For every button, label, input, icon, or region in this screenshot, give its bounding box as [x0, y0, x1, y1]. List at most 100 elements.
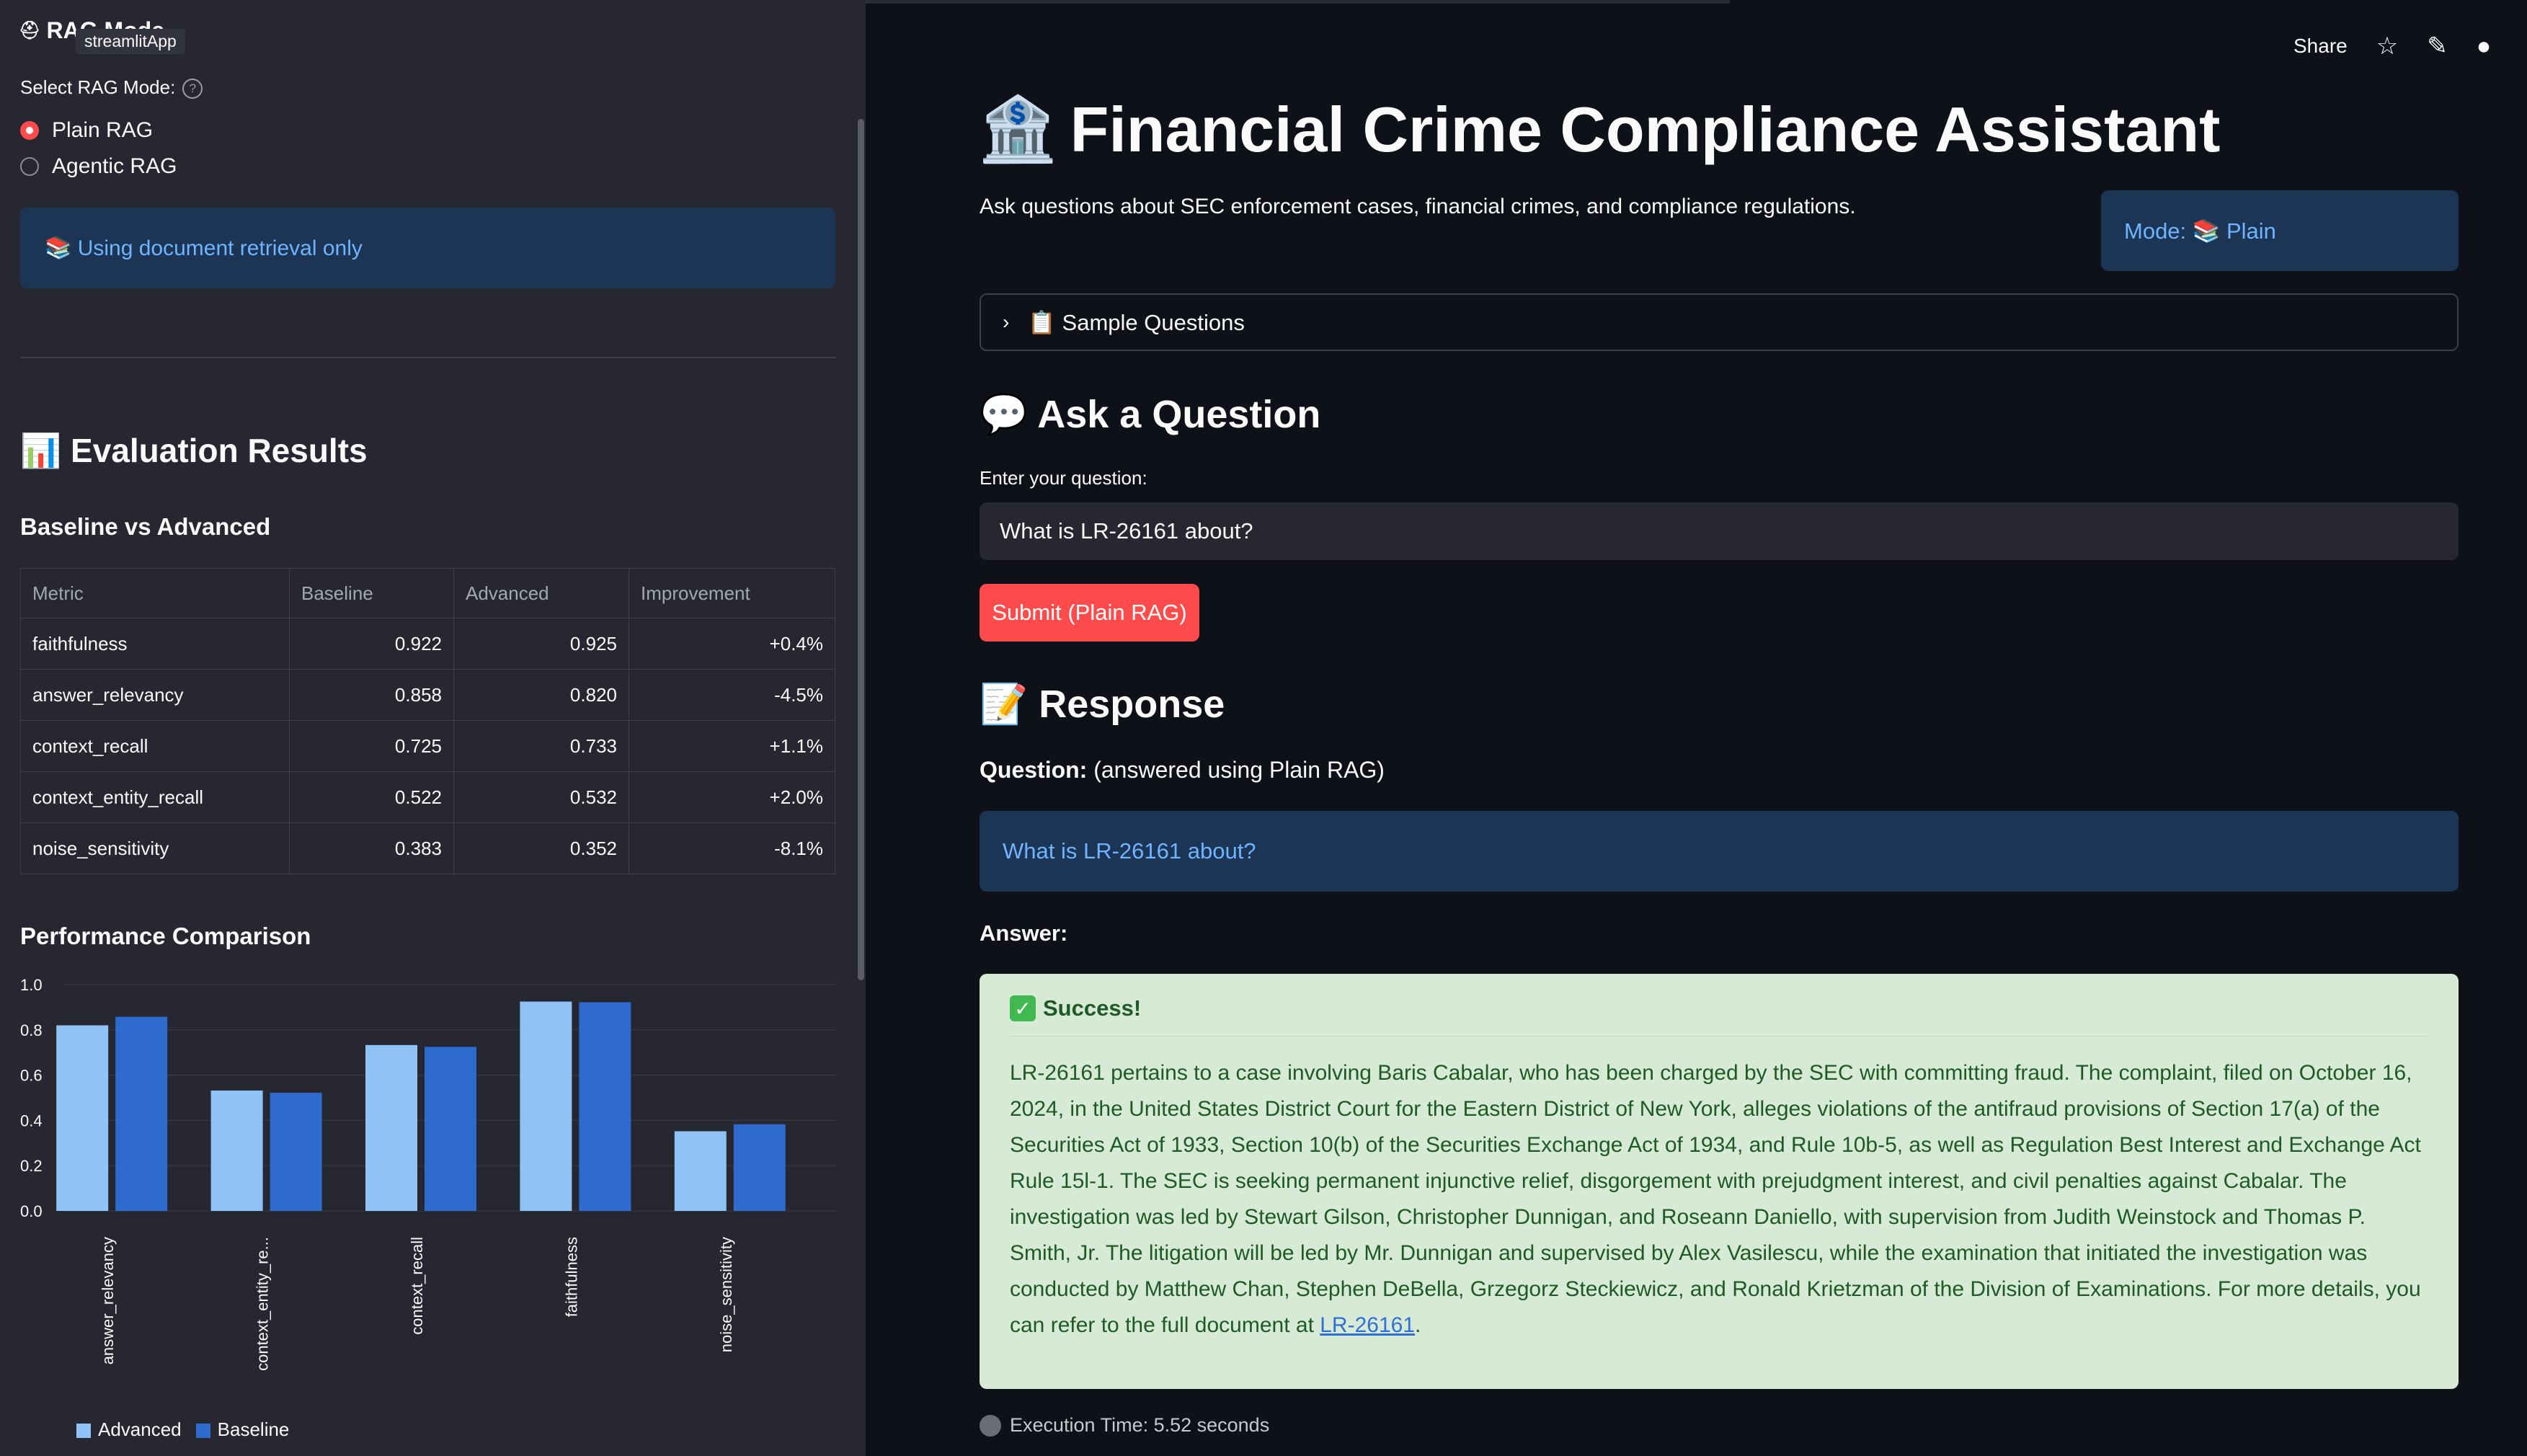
question-display-box: What is LR-26161 about? [980, 811, 2459, 892]
y-tick-label: 0.0 [20, 1202, 43, 1220]
cell-advanced: 0.925 [453, 618, 629, 670]
cell-metric: answer_relevancy [20, 669, 290, 721]
retrieval-info-box: 📚 Using document retrieval only [20, 208, 835, 288]
chevron-right-icon[interactable]: › [1003, 311, 1009, 334]
table-header-row: Metric Baseline Advanced Improvement [20, 568, 835, 618]
x-tick-label: faithfulness [562, 1237, 580, 1317]
cell-advanced: 0.352 [453, 822, 629, 874]
radio-agentic-rag-label: Agentic RAG [52, 154, 177, 178]
rag-mode-label: Select RAG Mode:? [20, 76, 203, 99]
y-tick-label: 0.4 [20, 1111, 43, 1129]
sidebar-divider [20, 357, 835, 358]
answer-label: Answer: [980, 920, 1068, 946]
legend-swatch-baseline [195, 1424, 210, 1439]
expander-label: 📋 Sample Questions [1028, 309, 1245, 335]
bar-baseline [733, 1124, 786, 1211]
radio-plain-rag-label: Plain RAG [52, 118, 154, 142]
x-tick-label: noise_sensitivity [717, 1237, 735, 1352]
sidebar: ⛑ RAG Mode streamlitApp Select RAG Mode:… [0, 0, 866, 1456]
header-advanced[interactable]: Advanced [453, 568, 629, 618]
table-row: context_recall 0.725 0.733 +1.1% [20, 720, 835, 772]
table-row: faithfulness 0.922 0.925 +0.4% [20, 618, 835, 670]
evaluation-results-heading: 📊 Evaluation Results [20, 432, 368, 469]
question-input[interactable]: What is LR-26161 about? [980, 502, 2459, 560]
bar-advanced [674, 1131, 727, 1211]
bank-icon: 🏦 [978, 93, 1057, 164]
cell-improvement: -8.1% [629, 822, 835, 874]
table-row: noise_sensitivity 0.383 0.352 -8.1% [20, 822, 835, 874]
y-tick-label: 0.6 [20, 1067, 43, 1085]
radio-plain-rag[interactable]: Plain RAG [20, 118, 153, 143]
response-heading: 📝 Response [980, 683, 1225, 726]
cell-metric: faithfulness [20, 618, 290, 670]
question-line: Question: (answered using Plain RAG) [980, 757, 1385, 784]
question-input-label: Enter your question: [980, 467, 1147, 489]
y-tick-label: 0.8 [20, 1021, 43, 1039]
top-actions: Share ☆ ✎ ● [2293, 32, 2491, 61]
github-icon[interactable]: ● [2477, 32, 2492, 61]
table-row: context_entity_recall 0.522 0.532 +2.0% [20, 771, 835, 823]
page-title: 🏦 Financial Crime Compliance Assistant [978, 92, 2220, 167]
cell-improvement: +0.4% [629, 618, 835, 670]
header-baseline[interactable]: Baseline [289, 568, 454, 618]
chart-legend: Advanced Baseline [76, 1419, 289, 1441]
legend-item-advanced[interactable]: Advanced [76, 1419, 182, 1441]
success-title: Success! [1043, 995, 1142, 1021]
legend-label-advanced: Advanced [98, 1419, 182, 1440]
y-tick-label: 0.2 [20, 1157, 43, 1175]
header-improvement[interactable]: Improvement [629, 568, 835, 618]
y-tick-label: 1.0 [20, 976, 43, 994]
header-metric[interactable]: Metric [20, 568, 290, 618]
pencil-icon[interactable]: ✎ [2427, 32, 2448, 61]
cell-baseline: 0.725 [289, 720, 454, 772]
table-row: answer_relevancy 0.858 0.820 -4.5% [20, 669, 835, 721]
x-tick-label: answer_relevancy [99, 1237, 117, 1364]
cell-baseline: 0.383 [289, 822, 454, 874]
legend-label-baseline: Baseline [217, 1419, 290, 1440]
cell-metric: noise_sensitivity [20, 822, 290, 874]
cell-metric: context_entity_recall [20, 771, 290, 823]
radio-selected-icon[interactable] [20, 121, 39, 140]
cell-improvement: -4.5% [629, 669, 835, 721]
app-logo-icon: ⛑ [19, 21, 41, 40]
answer-end: . [1415, 1313, 1421, 1337]
legend-item-baseline[interactable]: Baseline [195, 1419, 290, 1441]
bar-advanced [210, 1090, 263, 1211]
intro-text: Ask questions about SEC enforcement case… [980, 195, 1856, 218]
cell-baseline: 0.522 [289, 771, 454, 823]
cell-baseline: 0.858 [289, 669, 454, 721]
page-title-text: Financial Crime Compliance Assistant [1070, 93, 2221, 165]
cell-advanced: 0.733 [453, 720, 629, 772]
submit-button[interactable]: Submit (Plain RAG) [980, 584, 1199, 642]
share-button[interactable]: Share [2293, 35, 2348, 58]
bar-baseline [579, 1002, 631, 1211]
radio-unselected-icon[interactable] [20, 157, 39, 176]
answer-text: LR-26161 pertains to a case involving Ba… [1010, 1055, 2428, 1344]
clock-icon [980, 1414, 1001, 1437]
cell-advanced: 0.532 [453, 771, 629, 823]
tooltip: streamlitApp [76, 29, 185, 54]
help-icon[interactable]: ? [182, 79, 203, 99]
bar-baseline [270, 1093, 322, 1211]
cell-metric: context_recall [20, 720, 290, 772]
cell-improvement: +2.0% [629, 771, 835, 823]
check-icon: ✓ [1010, 995, 1036, 1021]
performance-bar-chart: 0.0 0.2 0.4 0.6 0.8 1.0 answer_relevancy contex… [20, 976, 836, 1371]
bar-baseline [115, 1016, 168, 1211]
rag-mode-label-text: Select RAG Mode: [20, 76, 176, 98]
execution-time-text: Execution Time: 5.52 seconds [1010, 1414, 1270, 1436]
ask-question-heading: 💬 Ask a Question [980, 393, 1321, 436]
star-icon[interactable]: ☆ [2376, 32, 2398, 61]
x-tick-label: context_recall [408, 1237, 426, 1335]
cell-advanced: 0.820 [453, 669, 629, 721]
bar-advanced [56, 1025, 109, 1211]
execution-time: Execution Time: 5.52 seconds [980, 1414, 1269, 1437]
sidebar-scrollbar[interactable] [858, 119, 864, 980]
question-suffix: (answered using Plain RAG) [1093, 757, 1385, 783]
answer-link[interactable]: LR-26161 [1320, 1313, 1415, 1337]
radio-agentic-rag[interactable]: Agentic RAG [20, 154, 177, 179]
answer-body: LR-26161 pertains to a case involving Ba… [1010, 1061, 2421, 1337]
sample-questions-expander[interactable]: › 📋 Sample Questions [980, 293, 2459, 351]
question-bold-label: Question: [980, 757, 1088, 783]
mode-indicator: Mode: 📚 Plain [2101, 190, 2459, 271]
